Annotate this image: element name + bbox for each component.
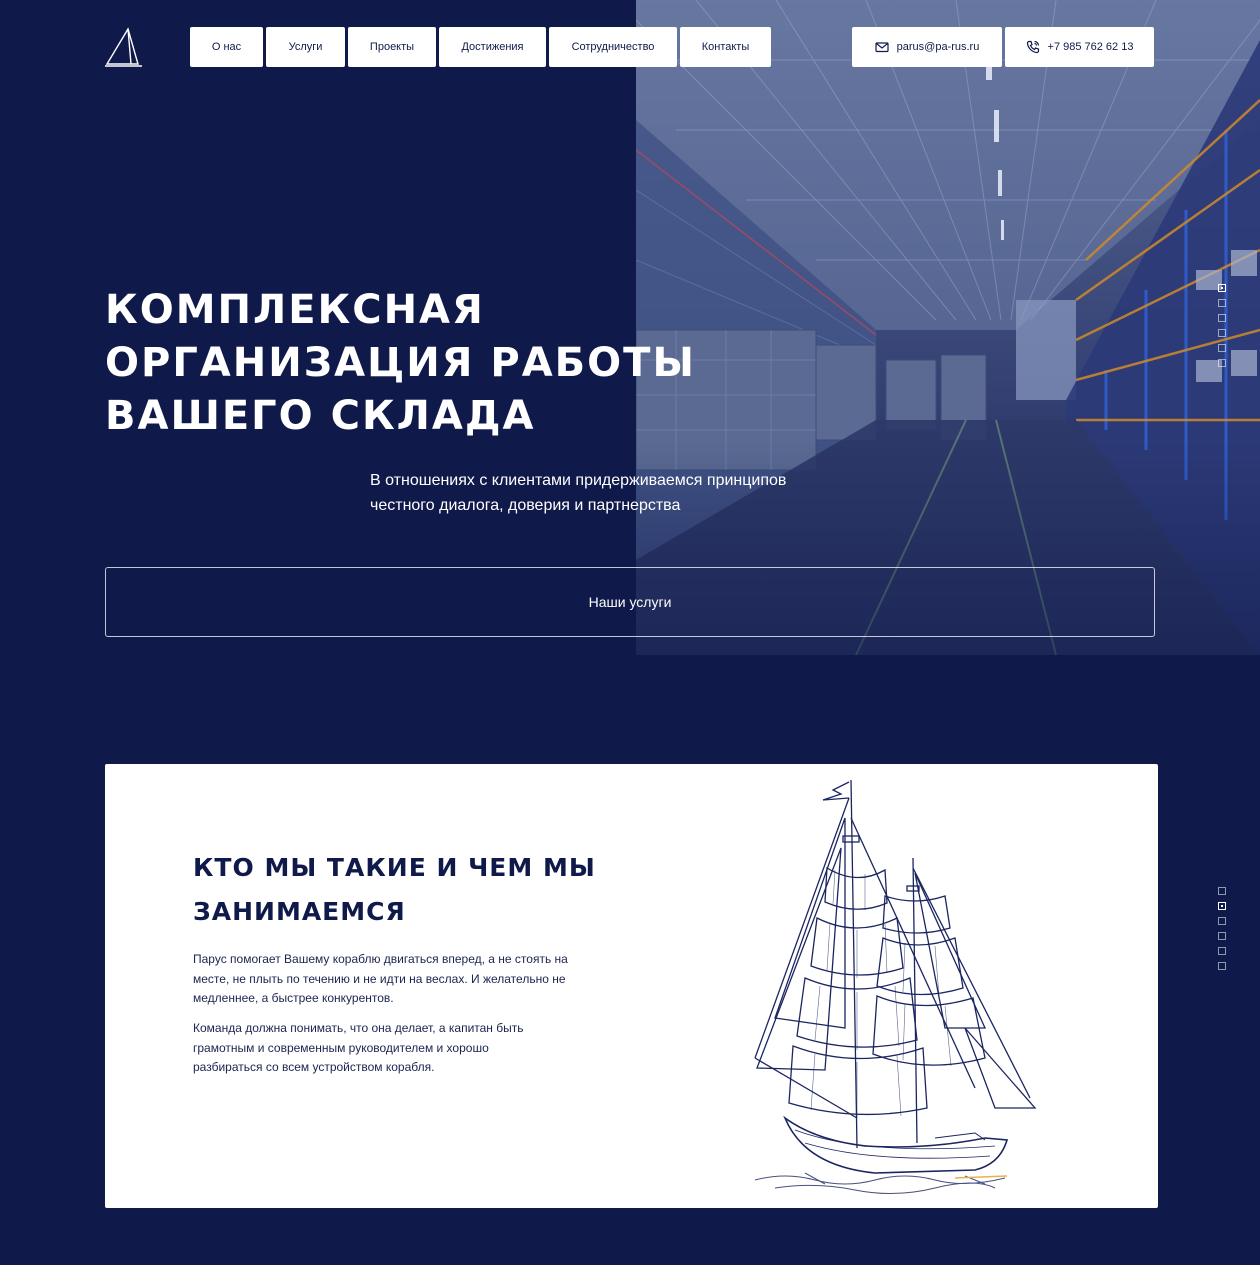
nav-cooperation[interactable]: Сотрудничество <box>549 27 677 67</box>
pager-dot[interactable] <box>1218 902 1226 910</box>
pager-dot[interactable] <box>1218 917 1226 925</box>
mail-icon <box>875 42 889 53</box>
pager-dot[interactable] <box>1218 947 1226 955</box>
nav-projects[interactable]: Проекты <box>348 27 436 67</box>
pager-dot[interactable] <box>1218 299 1226 307</box>
pager-dot[interactable] <box>1218 932 1226 940</box>
pager-dot[interactable] <box>1218 284 1226 292</box>
phone-button[interactable]: +7 985 762 62 13 <box>1005 27 1154 67</box>
main-nav: О нас Услуги Проекты Достижения Сотрудни… <box>190 27 771 67</box>
our-services-button[interactable]: Наши услуги <box>105 567 1155 637</box>
pager-dot[interactable] <box>1218 344 1226 352</box>
hero-subtitle: В отношениях с клиентами придерживаемся … <box>370 472 787 514</box>
nav-about[interactable]: О нас <box>190 27 263 67</box>
email-button[interactable]: parus@pa-rus.ru <box>852 27 1002 67</box>
pager-dot[interactable] <box>1218 962 1226 970</box>
about-title: КТО МЫ ТАКИЕ И ЧЕМ МЫ ЗАНИМАЕМСЯ <box>193 853 596 926</box>
sail-logo-icon[interactable] <box>104 27 144 69</box>
about-paragraph: Парус помогает Вашему кораблю двигаться … <box>193 952 568 1005</box>
nav-services[interactable]: Услуги <box>266 27 345 67</box>
phone-text: +7 985 762 62 13 <box>1047 41 1134 53</box>
nav-contacts[interactable]: Контакты <box>680 27 771 67</box>
email-text: parus@pa-rus.ru <box>896 41 980 53</box>
pager-dot[interactable] <box>1218 314 1226 322</box>
pager-dot[interactable] <box>1218 359 1226 367</box>
hero-slide-pager <box>1218 284 1226 367</box>
pager-dot[interactable] <box>1218 887 1226 895</box>
section-pager <box>1218 887 1226 970</box>
hero-title: КОМПЛЕКСНАЯ ОРГАНИЗАЦИЯ РАБОТЫ ВАШЕГО СК… <box>105 287 696 439</box>
about-paragraph: Команда должна понимать, что она делает,… <box>193 1021 524 1074</box>
nav-achievements[interactable]: Достижения <box>439 27 546 67</box>
about-card: КТО МЫ ТАКИЕ И ЧЕМ МЫ ЗАНИМАЕМСЯ Парус п… <box>105 764 1158 1208</box>
sailing-ship-illustration <box>745 778 1045 1198</box>
phone-icon <box>1026 40 1039 54</box>
pager-dot[interactable] <box>1218 329 1226 337</box>
